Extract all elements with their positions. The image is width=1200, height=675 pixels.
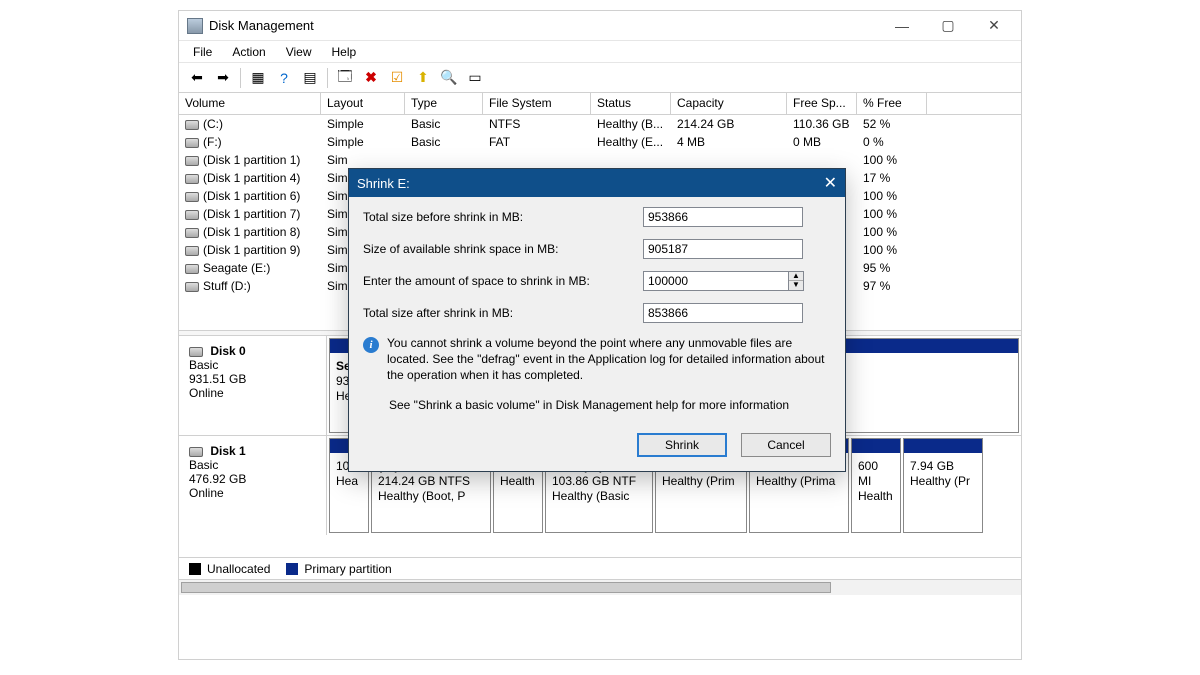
label-total-before: Total size before shrink in MB: — [363, 210, 643, 224]
shrink-dialog: Shrink E: ✕ Total size before shrink in … — [348, 168, 846, 472]
close-button[interactable]: ✕ — [971, 12, 1017, 40]
dialog-close-icon[interactable]: ✕ — [824, 173, 837, 193]
delete-icon[interactable]: ✖ — [359, 67, 383, 89]
volume-icon — [185, 174, 199, 184]
pane-icon[interactable]: ▭ — [463, 67, 487, 89]
volume-icon — [185, 192, 199, 202]
value-available: 905187 — [643, 239, 803, 259]
disk-0-label[interactable]: Disk 0 Basic 931.51 GB Online — [179, 336, 327, 435]
volume-icon — [185, 210, 199, 220]
dialog-title: Shrink E: — [357, 176, 410, 191]
value-total-after: 853866 — [643, 303, 803, 323]
help-icon[interactable]: ? — [272, 67, 296, 89]
disk1-partition[interactable]: 7.94 GBHealthy (Pr — [903, 438, 983, 533]
volume-icon — [185, 138, 199, 148]
back-icon[interactable]: ⬅ — [185, 67, 209, 89]
zoom-icon[interactable]: 🔍 — [437, 67, 461, 89]
maximize-button[interactable]: ▢ — [925, 12, 971, 40]
label-total-after: Total size after shrink in MB: — [363, 306, 643, 320]
volume-icon — [185, 282, 199, 292]
toolbar: ⬅ ➡ ▦ ? ▤ 🗔 ✖ ☑ ⬆ 🔍 ▭ — [179, 63, 1021, 93]
table-row[interactable]: (Disk 1 partition 1)Sim100 % — [179, 151, 1021, 169]
check-icon[interactable]: ☑ — [385, 67, 409, 89]
shrink-amount-spinner[interactable]: ▲ ▼ — [789, 271, 804, 291]
grid-icon[interactable]: ▦ — [246, 67, 270, 89]
col-pfree[interactable]: % Free — [857, 93, 927, 114]
legend-swatch-primary — [286, 563, 298, 575]
table-row[interactable]: (C:)SimpleBasicNTFSHealthy (B...214.24 G… — [179, 115, 1021, 133]
dialog-help-link: See "Shrink a basic volume" in Disk Mana… — [389, 398, 831, 412]
menu-help[interactable]: Help — [324, 43, 365, 60]
shrink-amount-input[interactable] — [643, 271, 789, 291]
window-title: Disk Management — [209, 18, 879, 33]
minimize-button[interactable]: — — [879, 12, 925, 40]
label-enter-amount: Enter the amount of space to shrink in M… — [363, 274, 643, 288]
disk-icon — [189, 347, 203, 357]
disk-1-label[interactable]: Disk 1 Basic 476.92 GB Online — [179, 436, 327, 535]
info-icon: i — [363, 337, 379, 353]
refresh-icon[interactable]: 🗔 — [333, 67, 357, 89]
volume-icon — [185, 120, 199, 130]
volume-icon — [185, 156, 199, 166]
volume-icon — [185, 228, 199, 238]
value-total-before: 953866 — [643, 207, 803, 227]
menu-view[interactable]: View — [278, 43, 320, 60]
legend-swatch-unallocated — [189, 563, 201, 575]
col-free[interactable]: Free Sp... — [787, 93, 857, 114]
up-icon[interactable]: ⬆ — [411, 67, 435, 89]
menu-file[interactable]: File — [185, 43, 220, 60]
menu-action[interactable]: Action — [224, 43, 273, 60]
volume-icon — [185, 246, 199, 256]
col-capacity[interactable]: Capacity — [671, 93, 787, 114]
spin-down-icon[interactable]: ▼ — [789, 281, 803, 290]
cancel-button[interactable]: Cancel — [741, 433, 831, 457]
horizontal-scrollbar[interactable] — [179, 579, 1021, 595]
dialog-hint: You cannot shrink a volume beyond the po… — [387, 335, 831, 384]
disk1-partition[interactable]: 600 MIHealth — [851, 438, 901, 533]
menubar: File Action View Help — [179, 41, 1021, 63]
col-status[interactable]: Status — [591, 93, 671, 114]
app-icon — [187, 18, 203, 34]
col-layout[interactable]: Layout — [321, 93, 405, 114]
properties-icon[interactable]: ▤ — [298, 67, 322, 89]
table-row[interactable]: (F:)SimpleBasicFATHealthy (E...4 MB0 MB0… — [179, 133, 1021, 151]
col-fs[interactable]: File System — [483, 93, 591, 114]
shrink-button[interactable]: Shrink — [637, 433, 727, 457]
forward-icon[interactable]: ➡ — [211, 67, 235, 89]
titlebar: Disk Management — ▢ ✕ — [179, 11, 1021, 41]
dialog-titlebar: Shrink E: ✕ — [349, 169, 845, 197]
col-volume[interactable]: Volume — [179, 93, 321, 114]
legend: Unallocated Primary partition — [179, 557, 1021, 579]
label-available: Size of available shrink space in MB: — [363, 242, 643, 256]
scrollbar-thumb[interactable] — [181, 582, 831, 593]
disk-icon — [189, 447, 203, 457]
col-type[interactable]: Type — [405, 93, 483, 114]
volume-icon — [185, 264, 199, 274]
column-headers: Volume Layout Type File System Status Ca… — [179, 93, 1021, 115]
